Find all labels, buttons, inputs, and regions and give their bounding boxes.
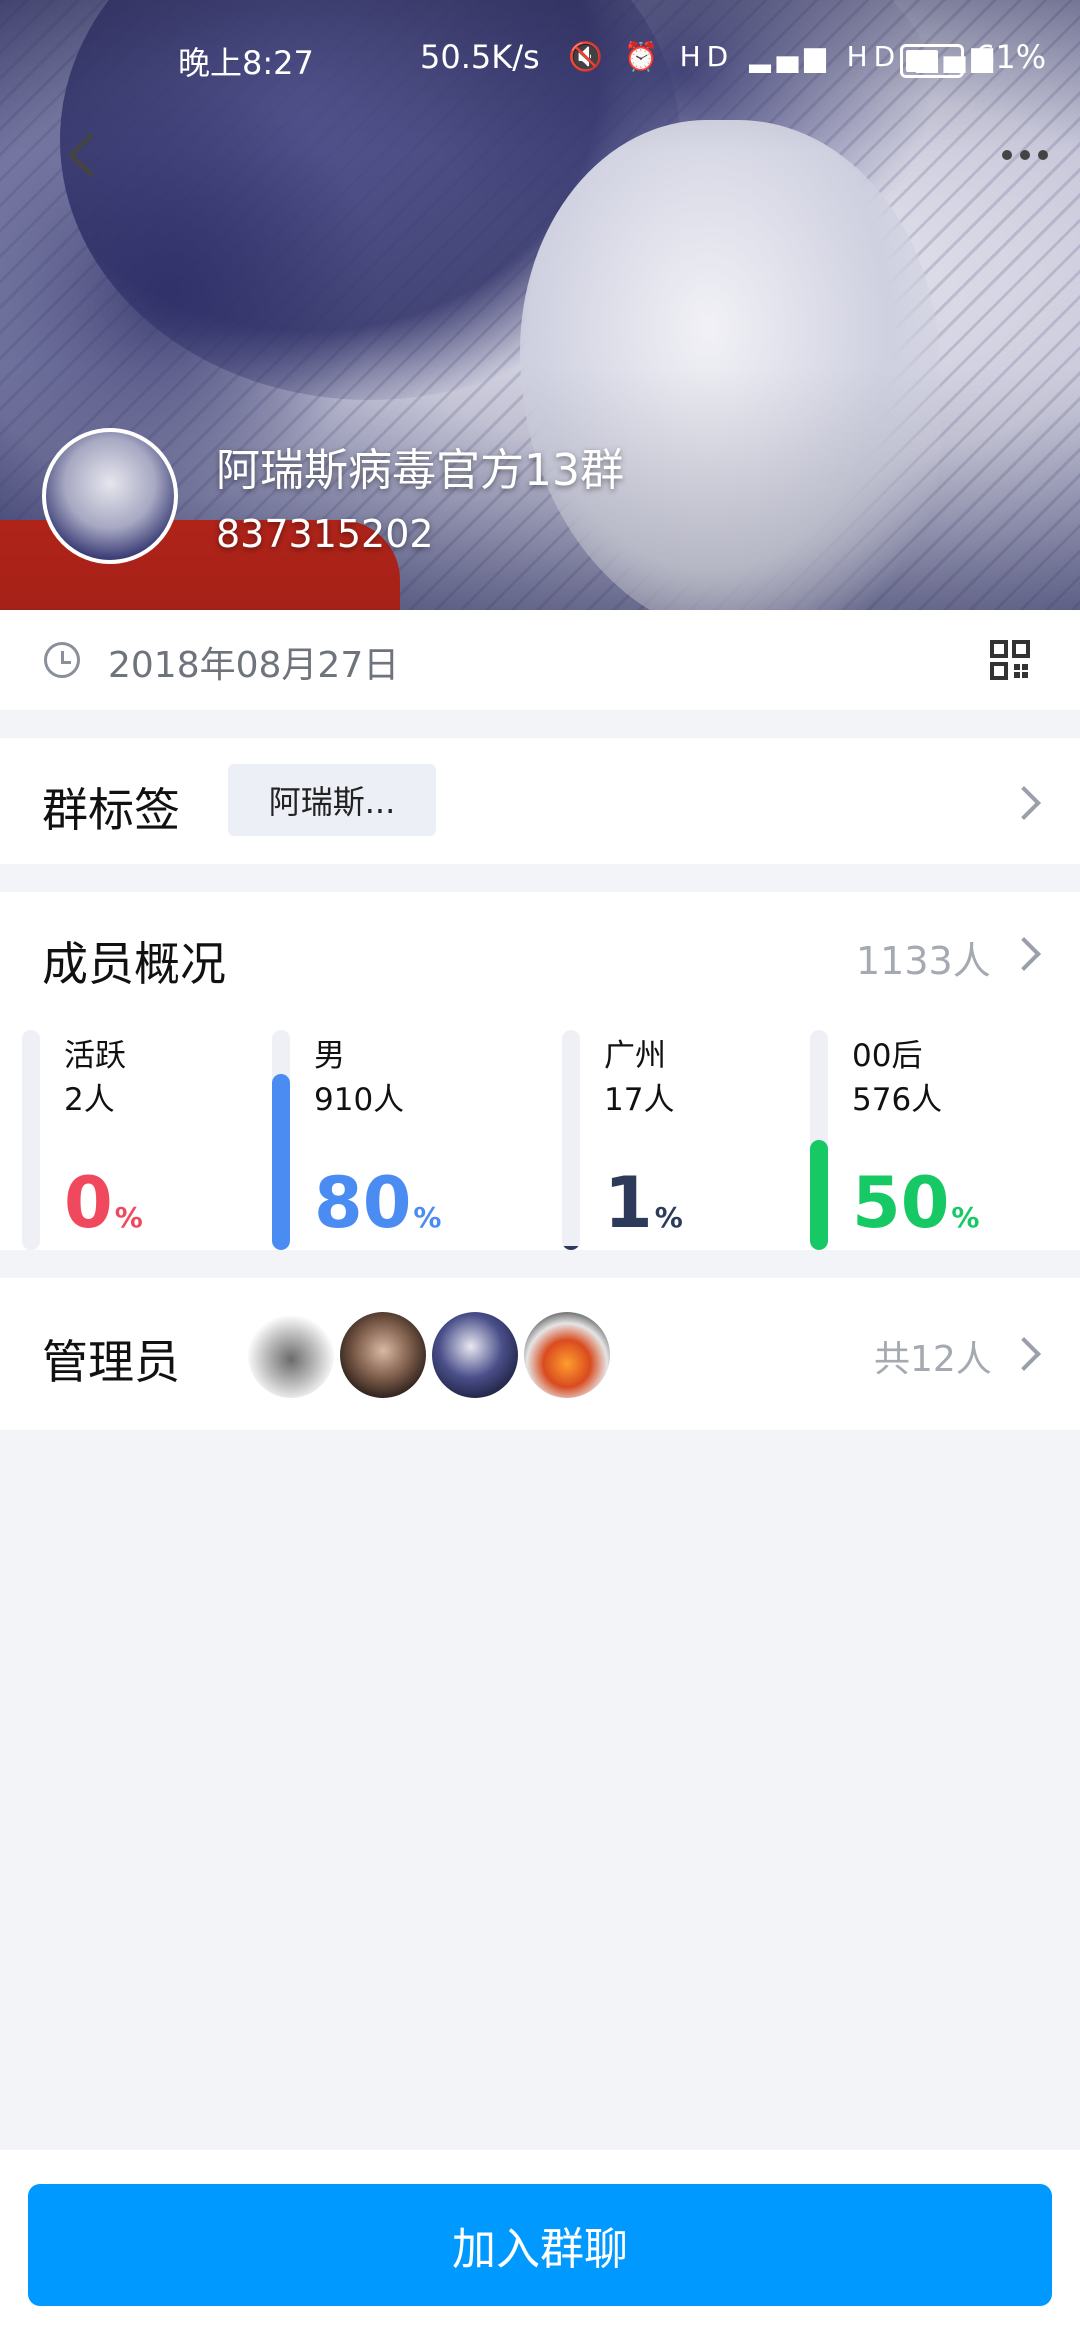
stat-location: 广州 17人 1%: [562, 1030, 782, 1250]
stat-bar-track: [272, 1030, 290, 1250]
members-overview[interactable]: 成员概况 1133人 活跃 2人 0% 男 910人 80% 广州 17人 1%…: [0, 892, 1080, 1250]
stat-count: 576人: [852, 1082, 943, 1118]
stat-bar-track: [810, 1030, 828, 1250]
chevron-left-icon: [68, 133, 94, 177]
join-group-button[interactable]: 加入群聊: [28, 2184, 1052, 2306]
stat-label: 男: [314, 1038, 345, 1074]
group-tags-row[interactable]: 群标签 阿瑞斯...: [0, 738, 1080, 864]
stat-male: 男 910人 80%: [272, 1030, 492, 1250]
status-bar: 晚上8:27 50.5K/s 🔇 ⏰ HD ▂▄▆ HD ▂▄▆ 61%: [0, 34, 1080, 90]
hd-icon: HD: [846, 40, 902, 73]
stat-percent: 1%: [604, 1162, 683, 1244]
stat-label: 活跃: [64, 1038, 126, 1074]
stat-bar-track: [562, 1030, 580, 1250]
chevron-right-icon: [1007, 937, 1041, 971]
chevron-right-icon: [1007, 786, 1041, 820]
members-total: 1133人: [856, 939, 991, 983]
stat-count: 17人: [604, 1082, 675, 1118]
stat-bar-fill: [810, 1140, 828, 1250]
stat-count: 2人: [64, 1082, 115, 1118]
admin-avatars: [248, 1312, 610, 1402]
stat-bar-track: [22, 1030, 40, 1250]
battery-percent: 61%: [975, 38, 1047, 76]
qr-code-icon[interactable]: [990, 640, 1030, 680]
status-time: 晚上8:27: [178, 44, 314, 82]
hd-icon: HD: [679, 40, 735, 73]
4g-signal-icon: ▂▄▆: [749, 40, 832, 73]
mute-icon: 🔇: [568, 40, 609, 73]
created-date-row: 2018年08月27日: [0, 610, 1080, 710]
more-button[interactable]: [990, 130, 1060, 180]
stat-percent: 50%: [852, 1162, 980, 1244]
created-date: 2018年08月27日: [108, 645, 400, 686]
group-tags-label: 群标签: [42, 783, 180, 837]
stat-percent: 0%: [64, 1162, 143, 1244]
members-title: 成员概况: [42, 937, 226, 991]
stat-active: 活跃 2人 0%: [22, 1030, 242, 1250]
stat-bar-fill: [562, 1246, 580, 1250]
chevron-right-icon: [1007, 1337, 1041, 1371]
tag-chip[interactable]: 阿瑞斯...: [228, 764, 436, 836]
avatar[interactable]: [524, 1312, 610, 1398]
admins-row[interactable]: 管理员 共12人: [0, 1278, 1080, 1430]
avatar[interactable]: [340, 1312, 426, 1398]
stat-bar-fill: [272, 1074, 290, 1250]
status-net-speed: 50.5K/s: [420, 38, 540, 76]
admins-label: 管理员: [42, 1335, 180, 1389]
stat-label: 广州: [604, 1038, 666, 1074]
stat-age: 00后 576人 50%: [810, 1030, 1030, 1250]
stat-count: 910人: [314, 1082, 405, 1118]
more-horizontal-icon: [1002, 150, 1012, 160]
stat-percent: 80%: [314, 1162, 442, 1244]
clock-icon: [44, 642, 80, 678]
alarm-icon: ⏰: [623, 40, 665, 73]
group-avatar[interactable]: [42, 428, 178, 564]
stat-label: 00后: [852, 1038, 923, 1074]
admins-total: 共12人: [874, 1339, 992, 1380]
avatar[interactable]: [432, 1312, 518, 1398]
battery-icon: [900, 44, 964, 78]
back-button[interactable]: [50, 125, 110, 185]
group-name: 阿瑞斯病毒官方13群: [216, 445, 624, 496]
group-id: 837315202: [216, 512, 434, 556]
avatar[interactable]: [248, 1312, 334, 1398]
